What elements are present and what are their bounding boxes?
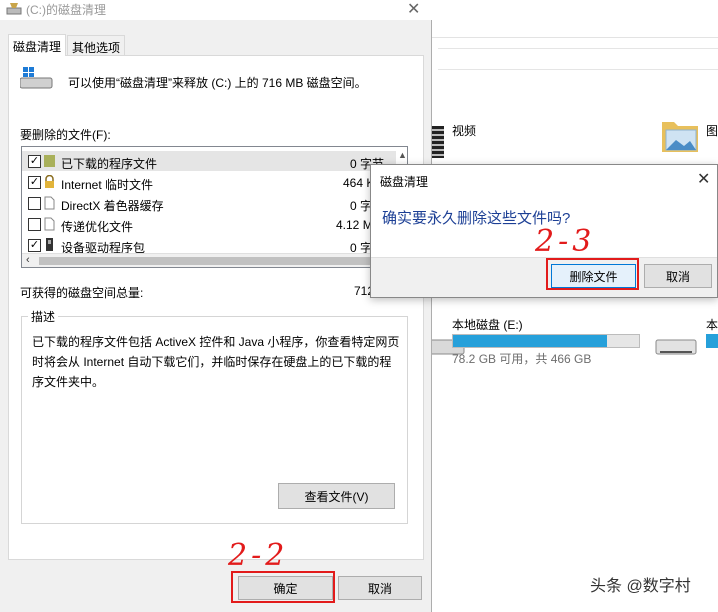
files-to-delete-label: 要删除的文件(F): bbox=[20, 128, 111, 142]
checkbox-checked[interactable]: ✓ bbox=[28, 155, 41, 168]
explorer-address-bar[interactable] bbox=[438, 48, 718, 70]
explorer-item-pictures[interactable]: 图 bbox=[706, 122, 718, 139]
drive-windows-icon bbox=[20, 67, 53, 89]
folder-icon bbox=[44, 155, 55, 167]
file-icon bbox=[44, 196, 55, 210]
chevron-left-icon[interactable]: ‹ bbox=[26, 254, 30, 266]
file-category-name: 传递优化文件 bbox=[61, 220, 134, 234]
explorer-toolbar bbox=[432, 0, 718, 38]
description-text: 已下载的程序文件包括 ActiveX 控件和 Java 小程序，你查看特定网页时… bbox=[32, 335, 400, 389]
files-list[interactable]: ✓ 已下载的程序文件 0 字节 ✓ Internet 临时文件 464 K Di… bbox=[21, 146, 408, 268]
chevron-up-icon[interactable]: ▲ bbox=[398, 150, 407, 160]
drive-f-usage-bar bbox=[706, 334, 718, 348]
step-label-ok: 2-2 bbox=[228, 538, 289, 573]
cleanup-title: (C:)的磁盘清理 bbox=[26, 3, 106, 17]
file-category-name: DirectX 着色器缓存 bbox=[61, 199, 164, 213]
checkbox-checked[interactable]: ✓ bbox=[28, 239, 41, 252]
scrollbar-thumb[interactable] bbox=[39, 257, 389, 265]
file-category-size: 0 字 bbox=[350, 199, 373, 213]
space-summary: 可以使用“磁盘清理”来释放 (C:) 上的 716 MB 磁盘空间。 bbox=[68, 76, 367, 90]
cleanup-titlebar: (C:)的磁盘清理 ✕ bbox=[0, 0, 432, 20]
list-item[interactable]: DirectX 着色器缓存 0 字 bbox=[22, 193, 396, 213]
highlight-ok-button bbox=[231, 571, 335, 603]
explorer-item-videos[interactable]: 视频 bbox=[452, 122, 476, 139]
pictures-folder-icon bbox=[662, 122, 698, 152]
list-item[interactable]: ✓ Internet 临时文件 464 K bbox=[22, 172, 396, 192]
file-explorer-window: 视频 图 本地磁盘 (E:) 78.2 GB 可用，共 466 GB 本 bbox=[423, 0, 718, 612]
view-files-button[interactable]: 查看文件(V) bbox=[278, 483, 395, 509]
checkbox-unchecked[interactable] bbox=[28, 218, 41, 231]
list-item[interactable]: ✓ 已下载的程序文件 0 字节 bbox=[22, 151, 396, 171]
total-space-label: 可获得的磁盘空间总量: bbox=[20, 286, 144, 300]
tab-more-options[interactable]: 其他选项 bbox=[67, 35, 125, 55]
file-icon bbox=[44, 217, 55, 231]
lock-icon bbox=[45, 175, 54, 188]
disk-cleanup-icon bbox=[6, 3, 22, 15]
highlight-delete-button bbox=[546, 258, 639, 290]
checkbox-unchecked[interactable] bbox=[28, 197, 41, 210]
list-item[interactable]: 传递优化文件 4.12 M bbox=[22, 214, 396, 234]
video-folder-icon bbox=[432, 126, 444, 158]
watermark: 头条 @数字村 bbox=[590, 578, 691, 595]
file-category-size: 4.12 M bbox=[336, 218, 373, 232]
disk-cleanup-window: (C:)的磁盘清理 ✕ 磁盘清理 其他选项 可以使用“磁盘清理”来释放 (C:)… bbox=[0, 0, 432, 612]
device-icon bbox=[46, 238, 53, 251]
close-icon[interactable]: ✕ bbox=[697, 169, 710, 189]
file-category-name: 已下载的程序文件 bbox=[61, 157, 158, 171]
cancel-button[interactable]: 取消 bbox=[338, 576, 422, 600]
drive-e-free-space: 78.2 GB 可用，共 466 GB bbox=[452, 352, 592, 366]
dialog-cancel-button[interactable]: 取消 bbox=[644, 264, 712, 288]
step-label-delete: 2-3 bbox=[535, 224, 596, 259]
file-category-name: Internet 临时文件 bbox=[61, 178, 154, 192]
drive-e-usage-bar bbox=[452, 334, 640, 348]
description-legend: 描述 bbox=[28, 308, 59, 325]
checkbox-checked[interactable]: ✓ bbox=[28, 176, 41, 189]
drive-f-icon bbox=[655, 339, 697, 355]
drive-e-label[interactable]: 本地磁盘 (E:) bbox=[452, 316, 523, 333]
tab-disk-cleanup[interactable]: 磁盘清理 bbox=[8, 34, 66, 56]
list-item[interactable]: ✓ 设备驱动程序包 0 字 bbox=[22, 235, 396, 255]
drive-f-label[interactable]: 本 bbox=[706, 316, 718, 333]
dialog-title: 磁盘清理 bbox=[380, 175, 429, 189]
horizontal-scrollbar[interactable]: ‹ bbox=[22, 253, 407, 267]
close-icon[interactable]: ✕ bbox=[407, 0, 420, 19]
